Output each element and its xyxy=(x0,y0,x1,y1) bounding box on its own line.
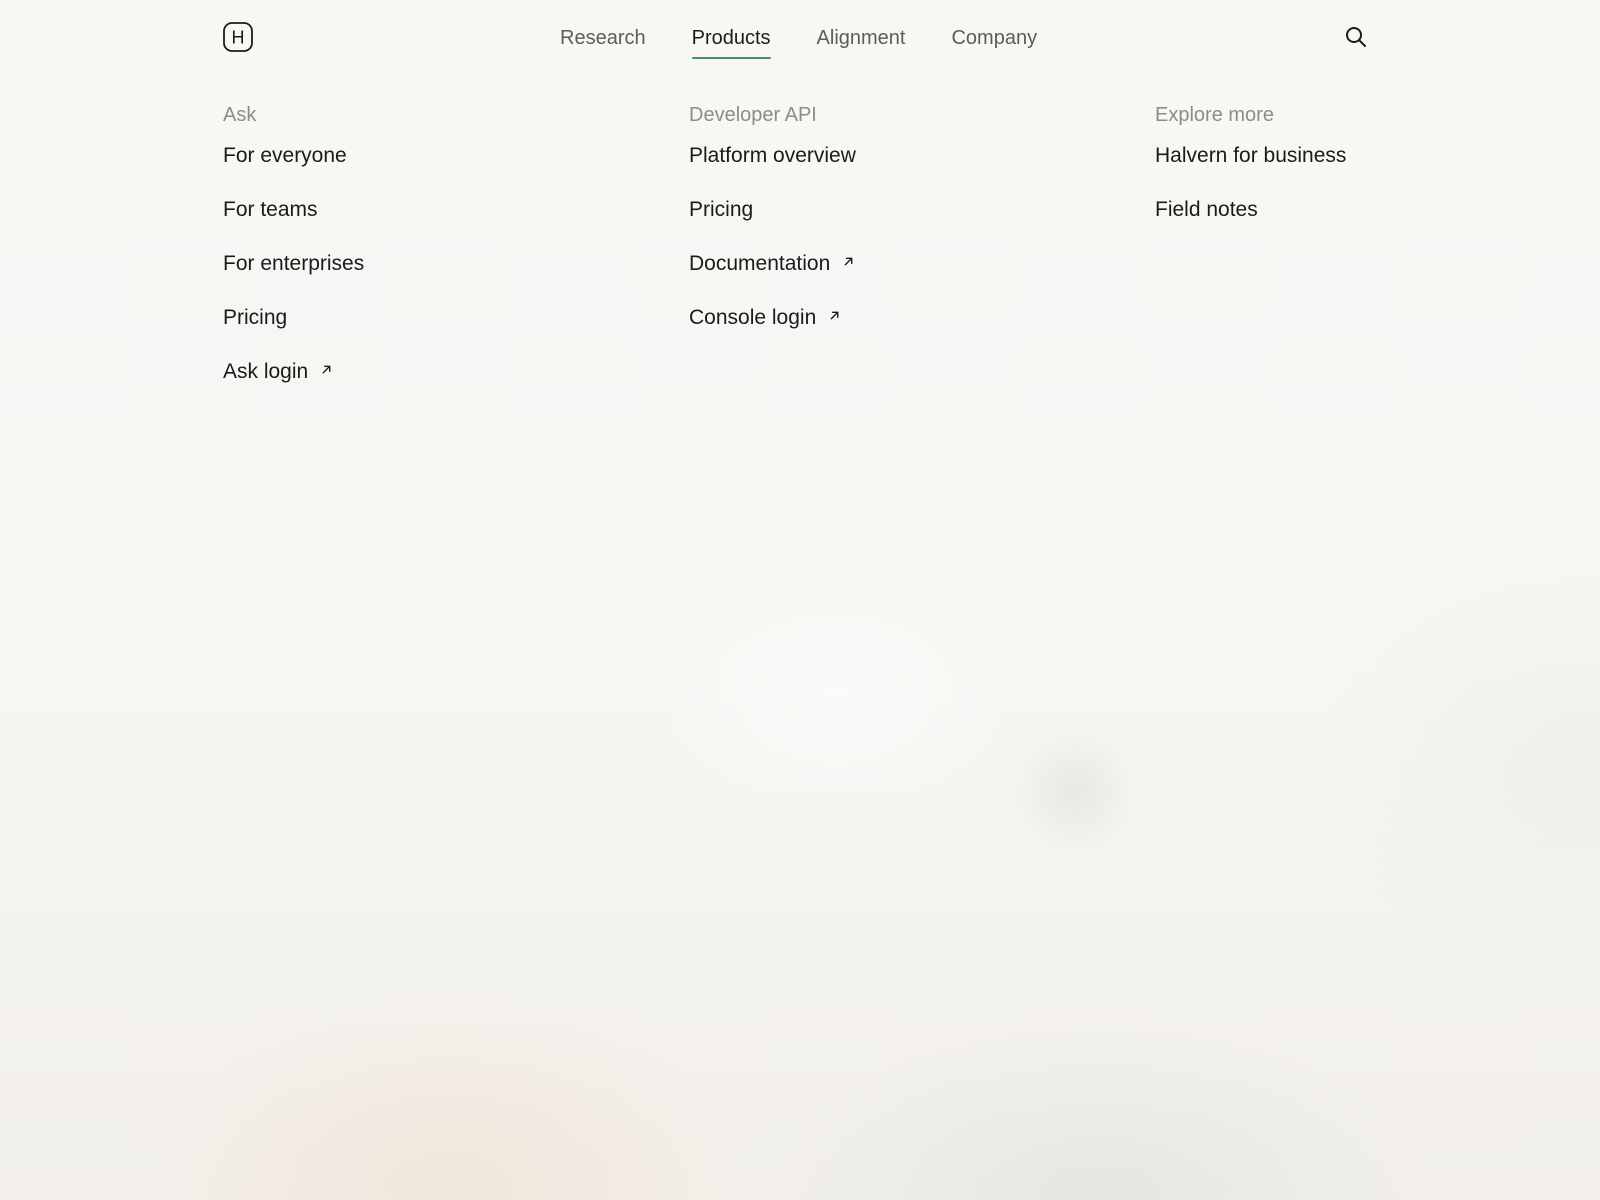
menu-link-api-pricing[interactable]: Pricing xyxy=(689,197,1099,223)
external-link-arrow-icon xyxy=(828,309,840,321)
menu-link-for-everyone[interactable]: For everyone xyxy=(223,143,633,169)
nav-item-products[interactable]: Products xyxy=(691,25,771,59)
nav-item-label: Research xyxy=(560,27,646,49)
nav-item-label: Alignment xyxy=(816,27,906,49)
menu-link-for-enterprises[interactable]: For enterprises xyxy=(223,251,633,277)
menu-column-heading: Ask xyxy=(223,104,257,126)
logo-letter: H xyxy=(232,28,245,48)
menu-link-halvern-for-business[interactable]: Halvern for business xyxy=(1155,143,1565,169)
menu-link-ask-login[interactable]: Ask login xyxy=(223,359,633,385)
search-icon xyxy=(1346,27,1366,47)
primary-nav: Research Products Alignment Company xyxy=(560,0,1037,76)
external-link-arrow-icon xyxy=(320,363,332,375)
menu-link-label: Platform overview xyxy=(689,144,856,167)
menu-column-explore-more: Explore more Halvern for business Field … xyxy=(1155,100,1565,251)
nav-item-label: Company xyxy=(951,27,1038,49)
menu-link-documentation[interactable]: Documentation xyxy=(689,251,1099,277)
menu-link-list: Halvern for business Field notes xyxy=(1155,143,1565,223)
site-header: H Research Products Alignment Company xyxy=(0,0,1600,76)
menu-column-heading: Explore more xyxy=(1155,104,1274,126)
menu-link-for-teams[interactable]: For teams xyxy=(223,197,633,223)
menu-link-label: Pricing xyxy=(689,198,754,221)
menu-column-developer-api: Developer API Platform overview Pricing … xyxy=(689,100,1099,359)
logo[interactable]: H xyxy=(223,22,253,52)
menu-link-list: Platform overview Pricing Documentation … xyxy=(689,143,1099,331)
menu-link-ask-pricing[interactable]: Pricing xyxy=(223,305,633,331)
menu-link-list: For everyone For teams For enterprises P… xyxy=(223,143,633,385)
nav-item-research[interactable]: Research xyxy=(560,25,646,51)
menu-link-label: Halvern for business xyxy=(1155,144,1347,167)
menu-link-field-notes[interactable]: Field notes xyxy=(1155,197,1565,223)
menu-column-heading: Developer API xyxy=(689,104,817,126)
menu-link-label: Pricing xyxy=(223,306,288,329)
nav-item-label: Products xyxy=(691,27,771,49)
menu-link-label: Console login xyxy=(689,306,817,329)
products-mega-menu: Ask For everyone For teams For enterpris… xyxy=(223,100,1383,420)
nav-item-alignment[interactable]: Alignment xyxy=(817,25,906,51)
active-nav-underline xyxy=(691,57,771,59)
menu-link-label: Field notes xyxy=(1155,198,1258,221)
menu-link-label: For everyone xyxy=(223,144,347,167)
menu-link-label: For teams xyxy=(223,198,318,221)
menu-column-ask: Ask For everyone For teams For enterpris… xyxy=(223,100,633,413)
search-button[interactable] xyxy=(1343,24,1369,50)
menu-link-label: Ask login xyxy=(223,360,309,383)
external-link-arrow-icon xyxy=(842,255,854,267)
logo-mark-icon: H xyxy=(223,22,253,52)
menu-link-platform-overview[interactable]: Platform overview xyxy=(689,143,1099,169)
nav-item-company[interactable]: Company xyxy=(951,25,1037,51)
menu-link-console-login[interactable]: Console login xyxy=(689,305,1099,331)
menu-link-label: For enterprises xyxy=(223,252,365,275)
menu-link-label: Documentation xyxy=(689,252,831,275)
